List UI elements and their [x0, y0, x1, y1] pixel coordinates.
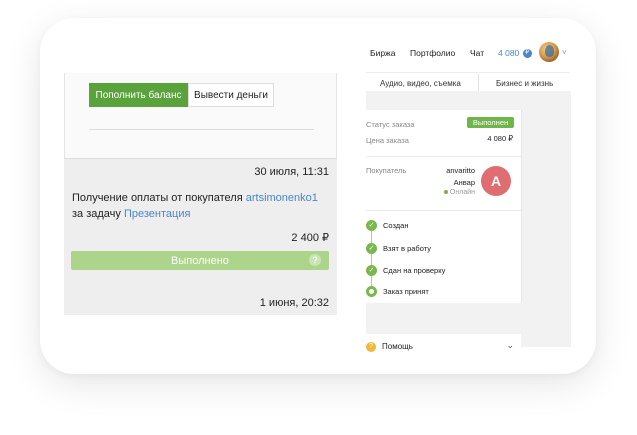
- step-label: Заказ принят: [383, 287, 429, 296]
- balance-panel: Пополнить баланс Вывести деньги 30 июля,…: [64, 73, 337, 315]
- divider: [366, 210, 521, 211]
- app-window: Пополнить баланс Вывести деньги 30 июля,…: [40, 18, 596, 374]
- current-step-icon: [366, 286, 377, 297]
- help-label: Помощь: [382, 342, 413, 351]
- transaction-date: 30 июля, 11:31: [254, 166, 329, 178]
- transaction-status-bar: Выполнено ?: [71, 251, 329, 270]
- transaction-description: Получение оплаты от покупателя artsimone…: [72, 190, 334, 222]
- step-label: Создан: [383, 221, 409, 230]
- order-price-value: 4 080 ₽: [487, 134, 513, 143]
- step-label: Взят в работу: [383, 244, 432, 253]
- ruble-coin-icon: ₽: [522, 49, 532, 59]
- category-business-life[interactable]: Бизнес и жизнь: [496, 79, 553, 88]
- buyer-online-label: Онлайн: [449, 189, 475, 196]
- buyer-online-status: Онлайн: [443, 189, 475, 196]
- help-accordion[interactable]: ? Помощь ⌄: [366, 334, 521, 360]
- step-label: Сдан на проверку: [383, 266, 446, 275]
- divider: [89, 129, 314, 130]
- transaction-date: 1 июня, 20:32: [259, 297, 329, 309]
- buyer-link[interactable]: artsimonenko1: [246, 192, 318, 204]
- help-icon[interactable]: ?: [309, 254, 321, 266]
- nav-portfolio[interactable]: Портфолио: [410, 48, 455, 58]
- topup-balance-button[interactable]: Пополнить баланс: [89, 83, 188, 107]
- check-icon: ✓: [366, 220, 377, 231]
- order-card: Статус заказа Выполнен Цена заказа 4 080…: [366, 110, 522, 303]
- check-icon: ✓: [366, 243, 377, 254]
- buyer-avatar[interactable]: A: [481, 166, 511, 196]
- transaction-item: 1 июня, 20:32: [64, 292, 337, 315]
- divider: [366, 156, 521, 157]
- order-status-badge: Выполнен: [467, 117, 514, 128]
- online-dot-icon: [443, 190, 448, 195]
- divider: [478, 74, 479, 92]
- transaction-amount: 2 400 ₽: [291, 232, 329, 244]
- balance-value: 4 080: [498, 48, 520, 58]
- transaction-status-label: Выполнено: [171, 254, 229, 267]
- transaction-desc-prefix: Получение оплаты от покупателя: [72, 192, 246, 204]
- transaction-desc-mid: за задачу: [72, 208, 124, 220]
- buyer-username[interactable]: anvaritto: [446, 166, 475, 175]
- chevron-down-icon[interactable]: ˅: [562, 48, 567, 57]
- user-avatar[interactable]: [539, 42, 559, 62]
- buyer-label: Покупатель: [366, 166, 407, 175]
- balance-actions-box: Пополнить баланс Вывести деньги: [64, 73, 337, 158]
- withdraw-button[interactable]: Вывести деньги: [188, 83, 274, 107]
- order-price-label: Цена заказа: [366, 136, 409, 145]
- category-audio-video[interactable]: Аудио, видео, съемка: [380, 79, 461, 88]
- nav-balance[interactable]: 4 080 ₽: [498, 48, 532, 59]
- divider: [366, 72, 570, 73]
- order-status-label: Статус заказа: [366, 120, 415, 129]
- question-icon: ?: [366, 342, 376, 352]
- nav-chat[interactable]: Чат: [470, 48, 484, 58]
- check-icon: ✓: [366, 265, 377, 276]
- chevron-down-icon[interactable]: ⌄: [506, 340, 514, 351]
- buyer-name: Анвар: [453, 178, 475, 187]
- transaction-item: 30 июля, 11:31 Получение оплаты от покуп…: [64, 158, 337, 310]
- nav-exchange[interactable]: Биржа: [370, 48, 395, 58]
- task-link[interactable]: Презентация: [124, 208, 190, 220]
